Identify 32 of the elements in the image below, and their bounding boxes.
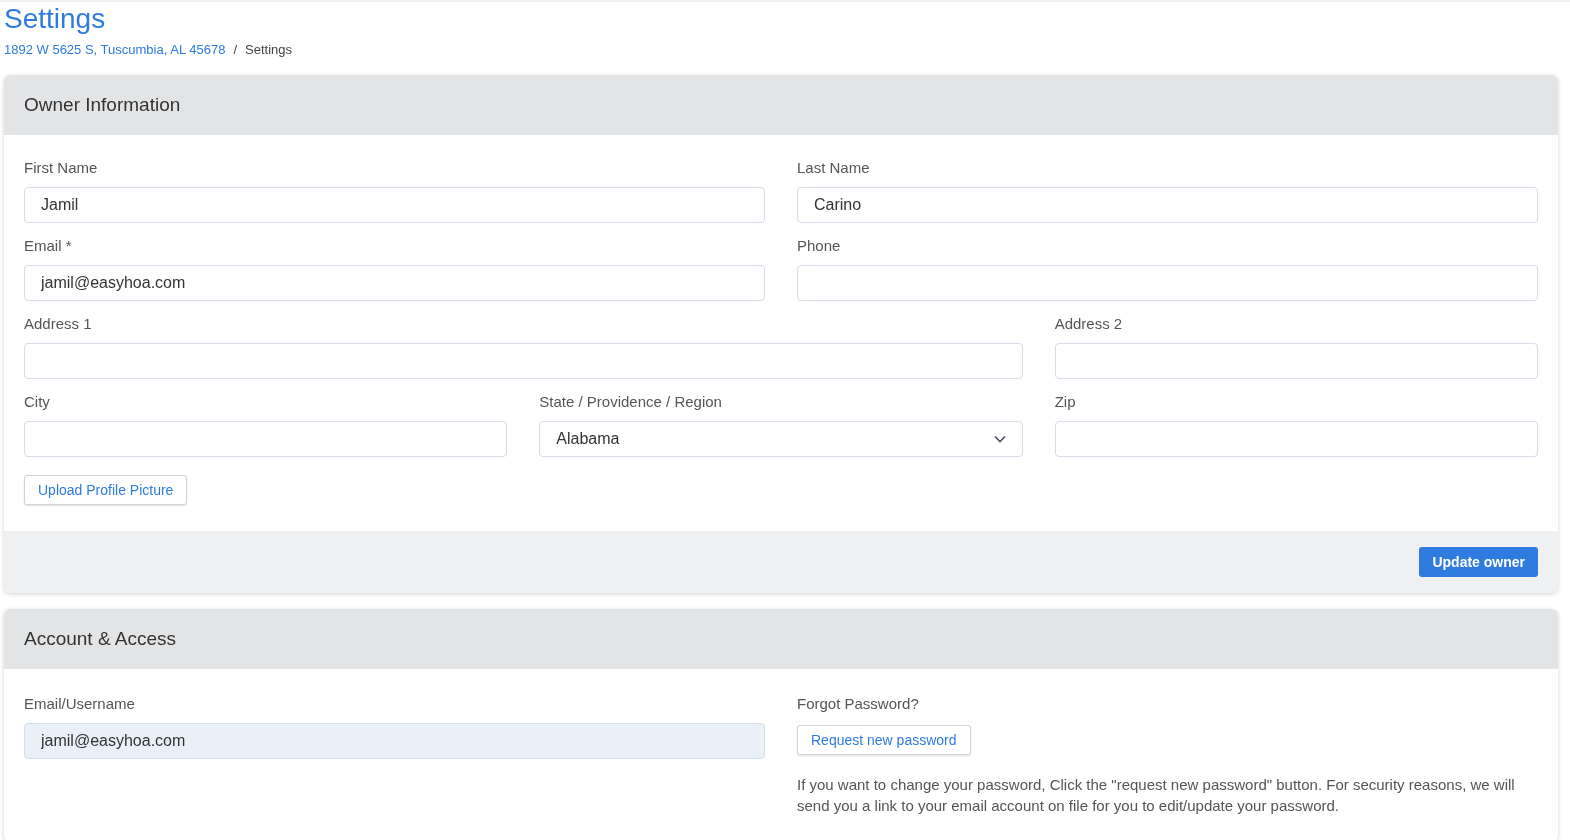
field-label: Phone xyxy=(797,237,842,254)
field-label: Forgot Password? xyxy=(797,695,920,712)
field-label: First Name xyxy=(24,159,99,176)
field-label: Email/Username xyxy=(24,695,136,712)
input-field[interactable]: Carino xyxy=(797,187,1538,223)
page-title: Settings xyxy=(4,2,107,36)
breadcrumb-link[interactable]: 1892 W 5625 S, Tuscumbia, AL 45678 xyxy=(4,42,226,57)
field-label: Zip xyxy=(1054,393,1077,410)
field-label: Address 2 xyxy=(1054,315,1124,332)
upload-picture-button[interactable]: Upload Profile Picture xyxy=(24,475,188,505)
breadcrumb-separator: / xyxy=(233,42,237,57)
username-field[interactable]: jamil@easyhoa.com xyxy=(24,723,765,759)
request-password-button[interactable]: Request new password xyxy=(797,725,971,755)
input-field[interactable]: jamil@easyhoa.com xyxy=(24,265,765,301)
input-field[interactable] xyxy=(1054,421,1538,457)
input-field[interactable] xyxy=(24,421,508,457)
breadcrumb-current: Settings xyxy=(245,42,292,57)
chevron-down-icon xyxy=(993,435,1006,443)
update-owner-button[interactable]: Update owner xyxy=(1419,547,1538,577)
card-title: Account & Access xyxy=(24,628,177,650)
input-field[interactable] xyxy=(1054,343,1538,379)
state-dropdown[interactable]: Alabama xyxy=(539,421,1023,457)
input-field[interactable] xyxy=(24,343,1023,379)
field-label: Email * xyxy=(24,237,73,254)
field-label: Address 1 xyxy=(24,315,93,332)
card-title: Owner Information xyxy=(24,94,181,116)
input-field[interactable] xyxy=(797,265,1538,301)
input-field[interactable]: Jamil xyxy=(24,187,765,223)
field-label: State / Providence / Region xyxy=(539,393,723,410)
field-label: Last Name xyxy=(797,159,871,176)
field-label: City xyxy=(24,393,51,410)
password-help-text: If you want to change your password, Click the "request new password" button. For security reasons, we will send you a link to your email account on file for you to edit/update your password. xyxy=(797,775,1516,816)
